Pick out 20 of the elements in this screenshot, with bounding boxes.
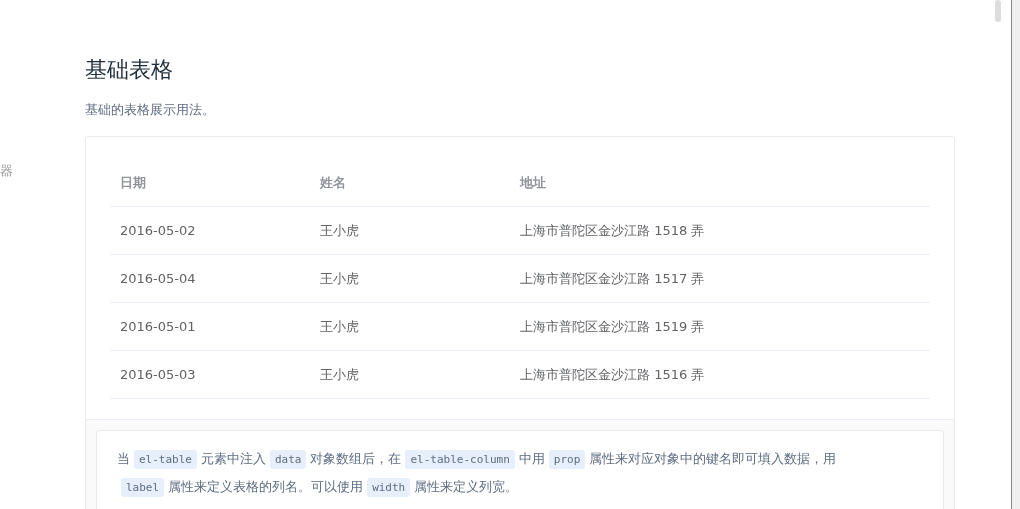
section-description: 基础的表格展示用法。 bbox=[85, 101, 216, 119]
scrollbar-thumb[interactable] bbox=[995, 0, 1001, 22]
table-cell: 上海市普陀区金沙江路 1517 弄 bbox=[510, 254, 930, 303]
section-title: 基础表格 bbox=[85, 56, 174, 84]
table-cell: 2016-05-02 bbox=[110, 206, 310, 255]
table-cell: 2016-05-01 bbox=[110, 302, 310, 351]
sidebar-text: 器 bbox=[0, 162, 13, 180]
table-cell: 王小虎 bbox=[310, 302, 510, 351]
table-cell: 上海市普陀区金沙江路 1518 弄 bbox=[510, 206, 930, 255]
table-cell: 上海市普陀区金沙江路 1519 弄 bbox=[510, 302, 930, 351]
column-header: 地址 bbox=[510, 159, 930, 207]
table-cell: 王小虎 bbox=[310, 254, 510, 303]
table-cell: 王小虎 bbox=[310, 350, 510, 399]
table-cell: 上海市普陀区金沙江路 1516 弄 bbox=[510, 350, 930, 399]
table-cell: 王小虎 bbox=[310, 206, 510, 255]
table-cell: 2016-05-03 bbox=[110, 350, 310, 399]
explanation-text: 当 el-table 元素中注入 data 对象数组后，在 el-table-column 中用 prop 属性来对应对象中的键名即可填入数据，用 label 属性来定义表格的列名。可以使用 width 属性来定义列宽。 bbox=[117, 445, 883, 501]
column-header: 姓名 bbox=[310, 159, 510, 207]
table-cell: 2016-05-04 bbox=[110, 254, 310, 303]
column-header: 日期 bbox=[110, 159, 310, 207]
